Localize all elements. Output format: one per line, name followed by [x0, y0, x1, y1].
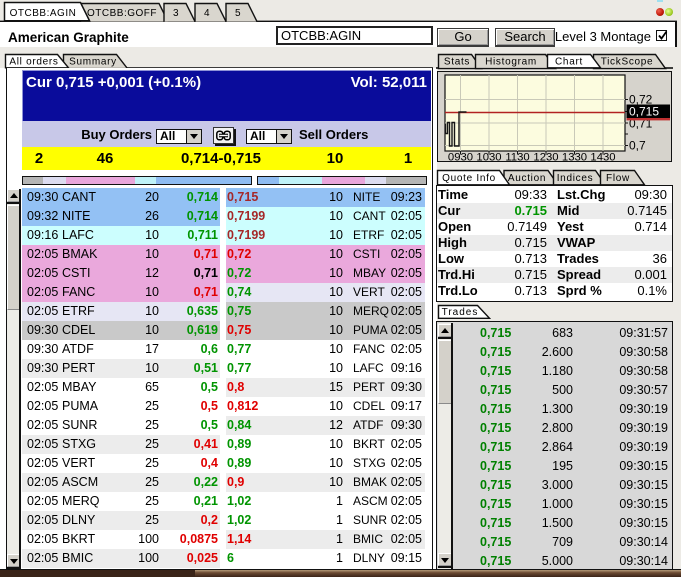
svg-text:Trades: Trades — [442, 307, 479, 318]
svg-text:Flow: Flow — [606, 173, 630, 184]
svg-text:4: 4 — [204, 8, 210, 19]
svg-text:1230: 1230 — [533, 152, 558, 163]
svg-text:Indices: Indices — [557, 173, 594, 184]
svg-text:1130: 1130 — [505, 152, 529, 163]
svg-text:0,715: 0,715 — [629, 105, 659, 119]
svg-text:Summary: Summary — [69, 57, 117, 68]
svg-text:OTCBB:GOFF: OTCBB:GOFF — [87, 8, 157, 19]
svg-text:Chart: Chart — [555, 57, 583, 68]
svg-text:Quote Info: Quote Info — [442, 173, 496, 184]
svg-text:1030: 1030 — [476, 152, 501, 163]
svg-text:Histogram: Histogram — [485, 57, 537, 68]
svg-text:3: 3 — [173, 8, 179, 19]
svg-text:Auction: Auction — [508, 173, 546, 184]
svg-text:0,7: 0,7 — [629, 139, 646, 153]
svg-text:1330: 1330 — [562, 152, 587, 163]
svg-text:0930: 0930 — [448, 152, 473, 163]
svg-text:1430: 1430 — [590, 152, 615, 163]
svg-text:OTCBB:AGIN: OTCBB:AGIN — [10, 8, 77, 19]
svg-text:TickScope: TickScope — [601, 57, 654, 68]
svg-text:5: 5 — [235, 8, 241, 19]
svg-text:Stats: Stats — [444, 57, 470, 68]
svg-text:All orders: All orders — [9, 57, 58, 68]
